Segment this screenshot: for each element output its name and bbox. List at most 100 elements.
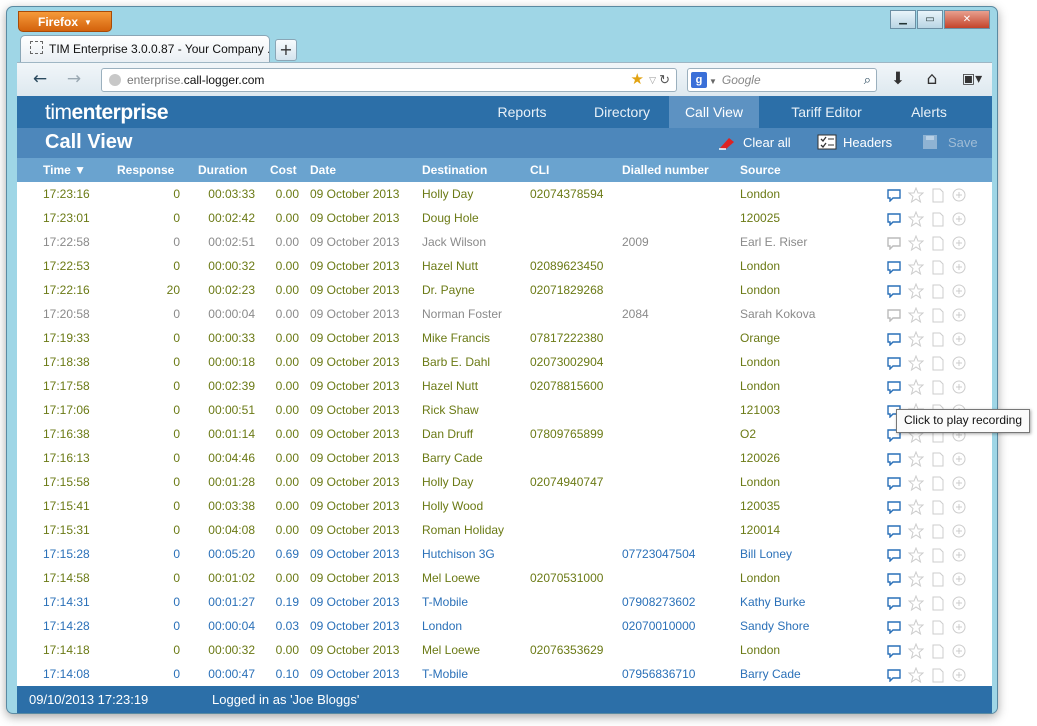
col-cost[interactable]: Cost — [270, 158, 297, 182]
favourite-star-icon[interactable] — [907, 498, 925, 516]
col-source[interactable]: Source — [740, 158, 781, 182]
add-circle-icon[interactable] — [952, 211, 966, 226]
play-recording-icon[interactable] — [887, 355, 901, 371]
table-row[interactable]: 17:15:31 0 00:04:08 0.00 09 October 2013 Roma… — [17, 518, 992, 542]
table-row[interactable]: 17:16:38 0 00:01:14 0.00 09 October 2013 Dan … — [17, 422, 992, 446]
favourite-star-icon[interactable] — [907, 666, 925, 684]
minimize-button[interactable]: ▁ — [890, 10, 916, 29]
favourite-star-icon[interactable] — [907, 258, 925, 276]
note-icon[interactable] — [931, 571, 945, 587]
table-row[interactable]: 17:15:58 0 00:01:28 0.00 09 October 2013 Holl… — [17, 470, 992, 494]
add-circle-icon[interactable] — [952, 595, 966, 610]
add-circle-icon[interactable] — [952, 355, 966, 370]
table-row[interactable]: 17:23:01 0 00:02:42 0.00 09 October 2013 Doug… — [17, 206, 992, 230]
favourite-star-icon[interactable] — [907, 234, 925, 252]
maximize-button[interactable]: ▭ — [917, 10, 943, 29]
play-recording-icon[interactable] — [887, 451, 901, 467]
play-recording-icon[interactable] — [887, 643, 901, 659]
menu-directory[interactable]: Directory — [572, 96, 672, 128]
add-circle-icon[interactable] — [952, 667, 966, 682]
menu-reports[interactable]: Reports — [472, 96, 572, 128]
note-icon[interactable] — [931, 619, 945, 635]
url-bar[interactable]: enterprise.call-logger.com ★ ▽ ↻ — [101, 68, 677, 92]
col-dialled-number[interactable]: Dialled number — [622, 158, 709, 182]
menu-alerts[interactable]: Alerts — [889, 96, 969, 128]
favourite-star-icon[interactable] — [907, 642, 925, 660]
col-response[interactable]: Response — [117, 158, 174, 182]
add-circle-icon[interactable] — [952, 547, 966, 562]
play-recording-icon[interactable] — [887, 619, 901, 635]
play-recording-icon[interactable] — [887, 379, 901, 395]
note-icon[interactable] — [931, 451, 945, 467]
favourite-star-icon[interactable] — [907, 282, 925, 300]
browser-tab[interactable]: TIM Enterprise 3.0.0.87 - Your Company .… — [20, 35, 270, 63]
save-button[interactable]: Save — [922, 128, 978, 158]
table-row[interactable]: 17:14:31 0 00:01:27 0.19 09 October 2013 T-Mo… — [17, 590, 992, 614]
note-icon[interactable] — [931, 547, 945, 563]
note-icon[interactable] — [931, 187, 945, 203]
home-icon[interactable]: ⌂ — [921, 69, 943, 91]
headers-button[interactable]: Headers — [817, 128, 892, 158]
search-icon[interactable]: ⌕ — [864, 69, 871, 91]
add-circle-icon[interactable] — [952, 571, 966, 586]
note-icon[interactable] — [931, 595, 945, 611]
add-circle-icon[interactable] — [952, 499, 966, 514]
play-recording-icon[interactable] — [887, 283, 901, 299]
back-icon[interactable]: ← — [29, 69, 51, 91]
reload-icon[interactable]: ↻ — [659, 69, 670, 91]
add-circle-icon[interactable] — [952, 619, 966, 634]
col-destination[interactable]: Destination — [422, 158, 487, 182]
note-icon[interactable] — [931, 499, 945, 515]
note-icon[interactable] — [931, 643, 945, 659]
col-cli[interactable]: CLI — [530, 158, 549, 182]
play-recording-icon[interactable] — [887, 667, 901, 683]
forward-icon[interactable]: → — [63, 69, 85, 91]
table-row[interactable]: 17:20:58 0 00:00:04 0.00 09 October 2013 Norm… — [17, 302, 992, 326]
table-row[interactable]: 17:22:16 20 00:02:23 0.00 09 October 2013 Dr.… — [17, 278, 992, 302]
bookmarks-menu-icon[interactable]: ▣▾ — [955, 69, 989, 91]
table-row[interactable]: 17:15:28 0 00:05:20 0.69 09 October 2013 Hutc… — [17, 542, 992, 566]
play-recording-icon[interactable] — [887, 523, 901, 539]
note-icon[interactable] — [931, 307, 945, 323]
table-row[interactable]: 17:19:33 0 00:00:33 0.00 09 October 2013 Mike… — [17, 326, 992, 350]
bookmark-star-icon[interactable]: ★ — [631, 69, 644, 91]
play-recording-icon[interactable] — [887, 259, 901, 275]
play-recording-icon[interactable] — [887, 571, 901, 587]
favourite-star-icon[interactable] — [907, 186, 925, 204]
play-recording-icon[interactable] — [887, 547, 901, 563]
table-row[interactable]: 17:14:08 0 00:00:47 0.10 09 October 2013 T-Mo… — [17, 662, 992, 686]
add-circle-icon[interactable] — [952, 379, 966, 394]
favourite-star-icon[interactable] — [907, 306, 925, 324]
add-circle-icon[interactable] — [952, 187, 966, 202]
table-row[interactable]: 17:18:38 0 00:00:18 0.00 09 October 2013 Barb… — [17, 350, 992, 374]
clear-all-button[interactable]: Clear all — [717, 128, 791, 158]
search-input[interactable]: g ▼ Google ⌕ — [687, 68, 877, 92]
col-duration[interactable]: Duration — [198, 158, 247, 182]
note-icon[interactable] — [931, 379, 945, 395]
favourite-star-icon[interactable] — [907, 450, 925, 468]
menu-tariff-editor[interactable]: Tariff Editor — [769, 96, 884, 128]
play-recording-icon[interactable] — [887, 187, 901, 203]
play-recording-icon[interactable] — [887, 307, 901, 323]
note-icon[interactable] — [931, 475, 945, 491]
favourite-star-icon[interactable] — [907, 594, 925, 612]
close-window-button[interactable]: ✕ — [944, 10, 990, 29]
table-row[interactable]: 17:22:58 0 00:02:51 0.00 09 October 2013 Jack… — [17, 230, 992, 254]
favourite-star-icon[interactable] — [907, 378, 925, 396]
table-row[interactable]: 17:22:53 0 00:00:32 0.00 09 October 2013 Haze… — [17, 254, 992, 278]
play-recording-icon[interactable] — [887, 595, 901, 611]
table-row[interactable]: 17:16:13 0 00:04:46 0.00 09 October 2013 Barr… — [17, 446, 992, 470]
favourite-star-icon[interactable] — [907, 210, 925, 228]
play-recording-icon[interactable] — [887, 475, 901, 491]
add-circle-icon[interactable] — [952, 331, 966, 346]
add-circle-icon[interactable] — [952, 235, 966, 250]
add-circle-icon[interactable] — [952, 475, 966, 490]
favourite-star-icon[interactable] — [907, 354, 925, 372]
table-row[interactable]: 17:14:28 0 00:00:04 0.03 09 October 2013 Lond… — [17, 614, 992, 638]
favourite-star-icon[interactable] — [907, 546, 925, 564]
play-recording-icon[interactable] — [887, 211, 901, 227]
table-row[interactable]: 17:17:58 0 00:02:39 0.00 09 October 2013 Haze… — [17, 374, 992, 398]
note-icon[interactable] — [931, 235, 945, 251]
play-recording-icon[interactable] — [887, 235, 901, 251]
engine-dropdown-icon[interactable]: ▼ — [709, 77, 717, 86]
